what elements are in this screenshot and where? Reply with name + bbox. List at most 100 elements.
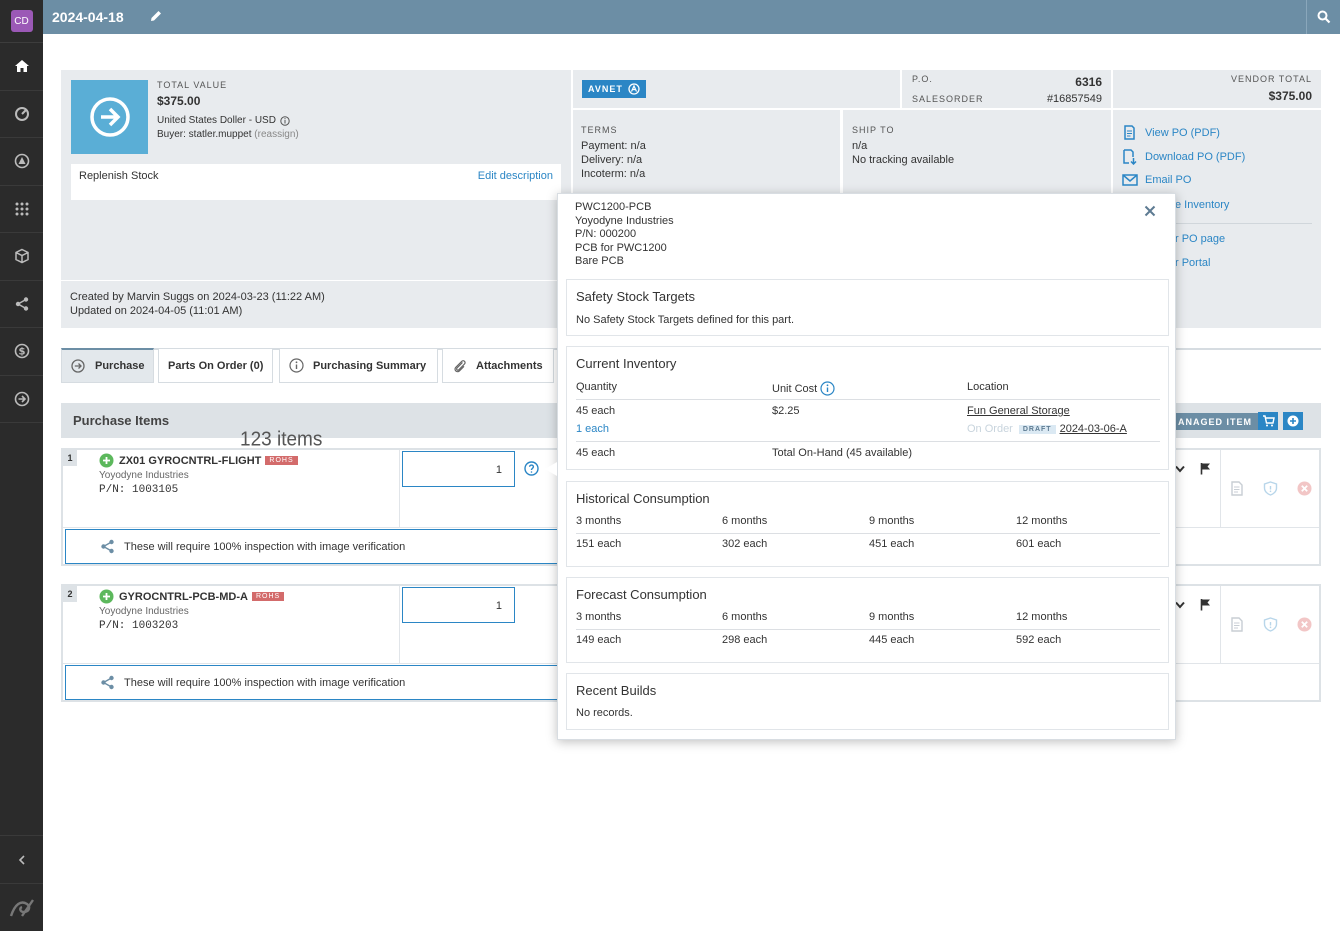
edit-description-link[interactable]: Edit description [478,170,553,182]
rohs-badge: ROHS [265,456,298,465]
popover-vendor: Yoyodyne Industries [575,214,674,227]
nav-dashboard[interactable] [0,91,43,138]
po-number: 6316 [1075,75,1102,89]
vendor-total-panel: VENDOR TOTAL $375.00 [1113,70,1321,108]
total-value-label: TOTAL VALUE [157,80,228,90]
org-initials: CD [10,10,33,32]
info-icon [820,381,835,396]
hist-val-6m: 302 each [722,538,768,550]
org-logo[interactable]: CD [0,0,43,43]
sidebar-collapse-button[interactable] [0,835,43,883]
chevron-down-icon[interactable] [1175,601,1185,609]
shield-icon[interactable] [1263,617,1278,632]
vendor-mark-icon [628,83,640,95]
historical-consumption-section: Historical Consumption 3 months 6 months… [566,481,1169,567]
quantity-input[interactable]: 1 [402,587,515,623]
nav-builds[interactable] [0,138,43,186]
ship-to-value: n/a [852,140,868,152]
nav-parts[interactable] [0,186,43,233]
buyer-row: Buyer: statler.muppet (reassign) [157,129,299,140]
vendor-po-page-link[interactable]: r PO page [1175,233,1225,245]
view-po-link[interactable]: View PO (PDF) [1122,125,1220,140]
chevron-down-icon[interactable] [1175,465,1185,473]
arrow-right-circle-icon [14,391,29,407]
help-icon[interactable] [524,461,539,476]
row-part[interactable]: GYROCNTRL-PCB-MD-A ROHS [99,589,285,604]
cart-icon [1262,415,1275,427]
remove-icon[interactable] [1297,481,1312,496]
document-icon[interactable] [1231,481,1243,496]
close-icon[interactable] [1144,205,1156,217]
fc-val-12m: 592 each [1016,634,1062,646]
cart-button[interactable] [1258,412,1278,430]
info-icon [289,358,304,373]
document-icon[interactable] [1231,617,1243,632]
created-text: Created by Marvin Suggs on 2024-03-23 (1… [70,291,325,303]
popover-arrow [545,462,557,476]
edit-title-button[interactable] [149,9,163,26]
download-po-label: Download PO (PDF) [1145,151,1246,163]
plus-circle-icon [1287,415,1299,427]
nav-share[interactable] [0,281,43,328]
flag-icon[interactable] [1200,462,1211,475]
current-inventory-title: Current Inventory [576,356,677,371]
nav-inventory[interactable] [0,233,43,281]
managed-item-badge[interactable]: ANAGED ITEM [1176,413,1258,430]
nav-finance[interactable]: $ [0,328,43,376]
tab-purchasing-summary[interactable]: Purchasing Summary [279,348,438,383]
fc-val-9m: 445 each [869,634,915,646]
on-order-qty: 1 each [576,423,610,435]
flag-icon[interactable] [1200,598,1211,611]
vendor-name: AVNET [588,84,623,94]
inventory-location-link[interactable]: Fun General Storage [967,405,1070,417]
tab-purchase[interactable]: Purchase [61,348,154,383]
rohs-badge: ROHS [251,592,285,601]
reassign-link[interactable]: (reassign) [254,129,298,140]
col-location: Location [967,381,1009,393]
purchase-items-title: Purchase Items [73,413,170,428]
tab-attachments[interactable]: Attachments [442,348,554,383]
remove-icon[interactable] [1297,617,1312,632]
download-document-icon [1123,149,1137,165]
on-order-row: On Order DRAFT 2024-03-06-A [967,423,1127,435]
salesorder-number: #16857549 [1046,93,1102,105]
divider [576,629,1160,630]
hist-val-9m: 451 each [869,538,915,550]
plus-circle-icon [99,453,114,468]
tab-attachments-label: Attachments [476,359,543,372]
arrow-right-circle-icon [89,97,130,137]
inspection-note: These will require 100% inspection with … [65,529,560,564]
shield-icon[interactable] [1263,481,1278,496]
inventory-qty: 45 each [576,405,616,417]
payment-terms: Payment: n/a [581,140,646,152]
incoterm: Incoterm: n/a [581,168,646,180]
popover-part-info: PWC1200-PCB Yoyodyne Industries P/N: 000… [575,201,674,269]
vendor-badge[interactable]: AVNET [582,80,646,98]
search-button[interactable] [1306,0,1340,34]
row-number: 1 [63,450,77,466]
part-name: GYROCNTRL-PCB-MD-A [119,590,248,603]
view-po-label: View PO (PDF) [1145,126,1220,139]
nav-home[interactable] [0,43,43,91]
recent-builds-title: Recent Builds [576,683,657,698]
fc-val-3m: 149 each [576,634,622,646]
vendor-portal-link[interactable]: r Portal [1175,257,1210,269]
fc-col-9m: 9 months [869,611,915,623]
add-item-button[interactable] [1283,412,1303,430]
row-part[interactable]: ZX01 GYROCNTRL-FLIGHT ROHS [99,453,298,468]
recent-builds-section: Recent Builds No records. [566,673,1169,730]
tab-parts-on-order[interactable]: Parts On Order (0) [158,348,273,383]
tab-purchase-label: Purchase [95,360,145,372]
home-icon [14,60,29,73]
download-po-link[interactable]: Download PO (PDF) [1122,149,1245,165]
share-icon [15,297,28,311]
inspection-note-text: These will require 100% inspection with … [124,540,406,553]
safety-stock-text: No Safety Stock Targets defined for this… [576,314,795,326]
email-po-link[interactable]: Email PO [1122,174,1191,186]
gauge-icon [14,106,29,121]
part-vendor: Yoyodyne Industries [99,606,189,617]
receive-inventory-link[interactable]: e Inventory [1175,199,1229,211]
nav-purchasing[interactable] [0,376,43,423]
quantity-input[interactable]: 1 [402,451,515,487]
order-ref-link[interactable]: 2024-03-06-A [1060,423,1127,435]
